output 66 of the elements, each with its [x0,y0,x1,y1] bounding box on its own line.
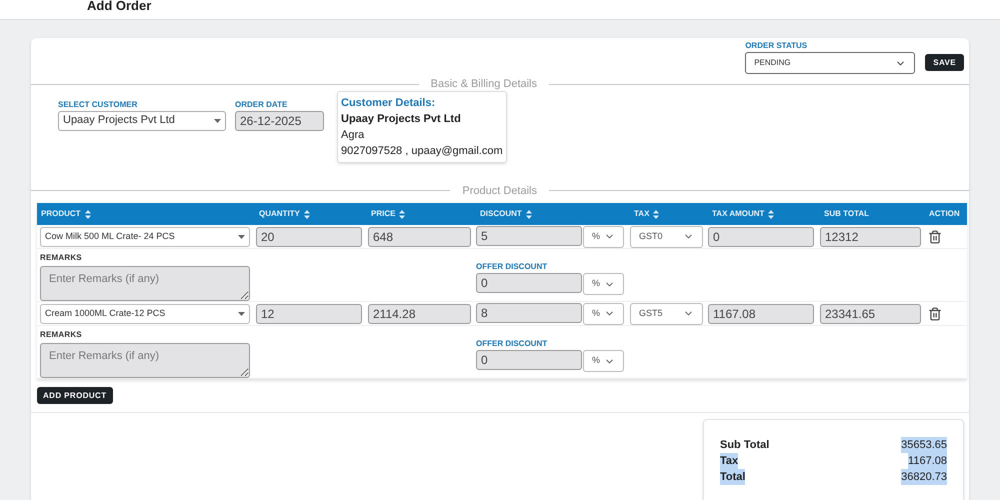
delete-icon[interactable] [928,230,942,244]
summary-value: 1167.08 [908,453,947,469]
price-field[interactable]: 2114.28 [368,304,471,324]
field-label: ORDER STATUS [745,40,808,52]
column-header[interactable]: SUB TOTAL [820,208,925,220]
select-field[interactable]: % [583,226,624,248]
offer-discount-field[interactable]: 0 [476,273,582,293]
subtotal-field[interactable]: 12312 [820,226,921,246]
sort-icon [526,210,532,218]
field-label: SELECT CUSTOMER [58,98,138,110]
field-label: OFFER DISCOUNT [476,338,548,350]
column-header[interactable]: PRODUCT [37,208,255,220]
product-select[interactable]: Cow Milk 500 ML Crate- 24 PCS [40,226,250,246]
field-label: ORDER DATE [235,98,288,110]
summary-label: Tax [720,453,738,469]
column-header[interactable]: QUANTITY [255,208,367,220]
discount-field[interactable]: 5 [476,226,582,246]
field-label: OFFER DISCOUNT [476,261,548,273]
select-field[interactable]: GST5 [630,302,703,324]
status-select[interactable]: PENDING [745,52,916,74]
select-field[interactable]: % [583,302,624,324]
summary-label: Sub Total [720,438,770,453]
caret-icon [238,234,245,238]
tax-amount-field[interactable]: 1167.08 [708,304,814,324]
sort-icon [768,210,774,218]
sort-icon [653,210,660,218]
summary-value: 35653.65 [901,437,947,453]
section-title: Basic & Billing Details [430,77,538,92]
caret-icon [238,312,245,316]
remarks-field[interactable]: Enter Remarks (if any) [40,266,250,301]
column-header[interactable]: DISCOUNT [476,208,630,220]
field-label: REMARKS [40,252,83,264]
customer-city: Agra [341,128,366,142]
select-field[interactable]: % [583,273,624,295]
quantity-field[interactable]: 12 [256,304,362,324]
remarks-field[interactable]: Enter Remarks (if any) [40,343,250,378]
add-product-button[interactable]: ADD PRODUCT [37,387,113,404]
subtotal-field[interactable]: 23341.65 [820,304,921,324]
sort-icon [304,210,310,218]
caret-icon [214,118,221,122]
summary-value: 36820.73 [901,469,947,485]
discount-field[interactable]: 8 [476,302,582,322]
offer-discount-field[interactable]: 0 [476,350,582,370]
customer-name: Upaay Projects Pvt Ltd [341,112,462,126]
product-select[interactable]: Cream 1000ML Crate-12 PCS [40,304,250,324]
column-header[interactable]: TAX AMOUNT [708,208,820,220]
customer-contact: 9027097528 , upaay@gmail.com [341,144,503,158]
sort-icon [399,210,406,218]
select-field[interactable]: % [583,350,624,372]
date-field[interactable]: 26-12-2025 [235,110,324,130]
card-title: Customer Details: [341,96,436,110]
summary-label: Total [720,469,746,485]
column-header[interactable]: TAX [630,208,708,220]
save-button[interactable]: SAVE [925,54,964,71]
select-field[interactable]: GST0 [630,226,703,248]
page-title: Add Order [87,0,152,15]
column-header[interactable]: PRICE [367,208,476,220]
column-header[interactable]: ACTION [925,208,967,220]
section-title: Product Details [461,184,538,198]
delete-icon[interactable] [928,306,942,320]
price-field[interactable]: 648 [368,226,471,246]
field-label: REMARKS [40,329,83,341]
sort-icon [84,210,91,218]
tax-amount-field[interactable]: 0 [708,226,814,246]
customer-select[interactable]: Upaay Projects Pvt Ltd [58,110,226,130]
quantity-field[interactable]: 20 [256,226,362,246]
